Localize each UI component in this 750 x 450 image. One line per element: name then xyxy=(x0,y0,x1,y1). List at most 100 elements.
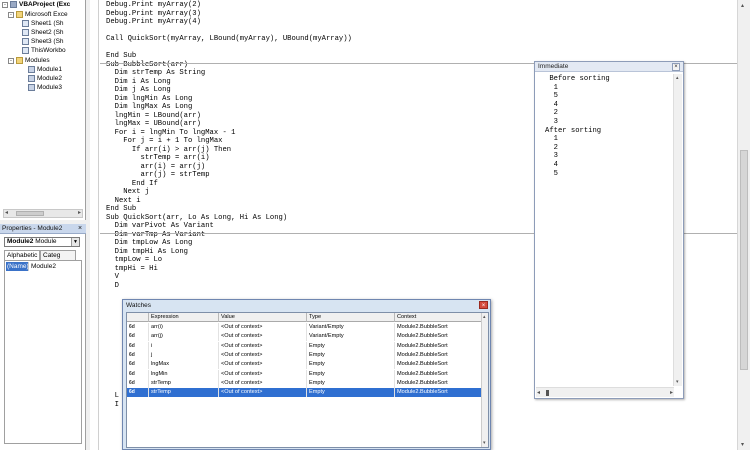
watch-type: Empty xyxy=(307,341,395,351)
tree-item-modules[interactable]: - Modules xyxy=(8,56,50,65)
watch-type: Empty xyxy=(307,388,395,398)
watch-context: Module2.BubbleSort xyxy=(395,388,482,398)
scroll-up-icon[interactable]: ▴ xyxy=(741,2,744,9)
tree-item-sheet2[interactable]: Sheet2 (Sh xyxy=(22,28,64,37)
table-row[interactable]: 6d j <Out of context> Empty Module2.BubbleSo… xyxy=(127,350,482,360)
watch-value: <Out of context> xyxy=(219,378,307,388)
immediate-output[interactable]: Before sorting 1 5 4 2 3 After sorting 1… xyxy=(545,75,610,178)
watch-context: Module2.BubbleSort xyxy=(395,360,482,370)
watch-expression: i xyxy=(149,341,219,351)
watch-expression: j xyxy=(149,350,219,360)
table-row[interactable]: 6d arr(j) <Out of context> Variant/Empty Mod… xyxy=(127,332,482,342)
tree-item-thisworkbook[interactable]: ThisWorkbo xyxy=(22,46,66,55)
close-icon[interactable]: × xyxy=(672,63,680,71)
tree-item-module2[interactable]: Module2 xyxy=(28,74,62,83)
watches-table: Expression Value Type Context 6d arr(i) <O… xyxy=(126,312,489,448)
watch-context: Module2.BubbleSort xyxy=(395,378,482,388)
watch-value: <Out of context> xyxy=(219,369,307,379)
module-icon xyxy=(28,75,35,82)
watch-context: Module2.BubbleSort xyxy=(395,323,482,332)
collapse-icon[interactable]: - xyxy=(2,1,8,8)
watch-type: Empty xyxy=(307,369,395,379)
watch-expression: arr(j) xyxy=(149,332,219,342)
scroll-thumb[interactable] xyxy=(546,390,549,396)
watch-value: <Out of context> xyxy=(219,332,307,342)
tree-item-module1[interactable]: Module1 xyxy=(28,65,62,74)
watch-value: <Out of context> xyxy=(219,388,307,398)
watch-icon: 6d xyxy=(127,350,149,360)
vba-project-icon xyxy=(10,1,17,8)
watch-value: <Out of context> xyxy=(219,350,307,360)
project-explorer: - VBAProject (Exc - Microsoft Exce Sheet… xyxy=(0,0,86,220)
scroll-down-icon[interactable]: ▾ xyxy=(483,440,486,446)
immediate-title: Immediate × xyxy=(535,62,683,72)
watch-icon: 6d xyxy=(127,341,149,351)
scroll-right-icon[interactable]: ▸ xyxy=(78,210,81,217)
watch-context: Module2.BubbleSort xyxy=(395,350,482,360)
scroll-right-icon[interactable]: ▸ xyxy=(670,389,673,396)
sheet-icon xyxy=(22,20,29,27)
watch-expression: strTemp xyxy=(149,388,219,398)
tab-alphabetic[interactable]: Alphabetic xyxy=(4,250,40,260)
watches-header: Expression Value Type Context xyxy=(127,313,482,322)
scroll-left-icon[interactable]: ◂ xyxy=(537,389,540,396)
folder-icon xyxy=(16,11,23,18)
watches-vertical-scrollbar[interactable]: ▴ ▾ xyxy=(481,313,488,447)
table-row[interactable]: 6d arr(i) <Out of context> Variant/Empty Mod… xyxy=(127,323,482,332)
collapse-icon[interactable]: - xyxy=(8,11,14,18)
table-row[interactable]: 6d strTemp <Out of context> Empty Module2.Bu… xyxy=(127,378,482,388)
watch-expression: strTemp xyxy=(149,378,219,388)
scroll-up-icon[interactable]: ▴ xyxy=(676,75,679,81)
watch-value: <Out of context> xyxy=(219,323,307,332)
chevron-down-icon[interactable]: ▼ xyxy=(71,238,79,246)
column-header-expression[interactable]: Expression xyxy=(149,313,219,322)
tab-categorized[interactable]: Categ xyxy=(40,250,76,260)
property-row[interactable]: (Name) Module2 xyxy=(6,262,80,271)
column-header-context[interactable]: Context xyxy=(395,313,482,322)
folder-icon xyxy=(16,57,23,64)
watch-expression: lngMin xyxy=(149,369,219,379)
close-icon[interactable]: × xyxy=(76,225,84,233)
module-icon xyxy=(28,66,35,73)
tree-item-excel-objects[interactable]: - Microsoft Exce xyxy=(8,10,68,19)
column-header-type[interactable]: Type xyxy=(307,313,395,322)
column-header-icon xyxy=(127,313,149,322)
watch-icon: 6d xyxy=(127,378,149,388)
scroll-left-icon[interactable]: ◂ xyxy=(5,210,8,217)
watch-context: Module2.BubbleSort xyxy=(395,332,482,342)
workbook-icon xyxy=(22,47,29,54)
scroll-down-icon[interactable]: ▾ xyxy=(676,379,679,385)
tree-item-module3[interactable]: Module3 xyxy=(28,83,62,92)
watch-type: Empty xyxy=(307,350,395,360)
watches-window: Watches × Expression Value Type Context … xyxy=(122,299,491,450)
immediate-vertical-scrollbar[interactable]: ▴ ▾ xyxy=(673,74,682,386)
tree-item-vbaproject[interactable]: - VBAProject (Exc xyxy=(2,0,70,9)
watch-icon: 6d xyxy=(127,388,149,398)
watch-icon: 6d xyxy=(127,360,149,370)
table-row[interactable]: 6d lngMin <Out of context> Empty Module2.Bub… xyxy=(127,369,482,379)
code-vertical-scrollbar[interactable]: ▴ ▾ xyxy=(737,0,750,450)
scroll-up-icon[interactable]: ▴ xyxy=(483,314,486,320)
watch-context: Module2.BubbleSort xyxy=(395,341,482,351)
column-header-value[interactable]: Value xyxy=(219,313,307,322)
immediate-horizontal-scrollbar[interactable]: ◂ ▸ xyxy=(536,387,674,397)
table-row[interactable]: 6d i <Out of context> Empty Module2.BubbleSo… xyxy=(127,341,482,351)
watch-type: Empty xyxy=(307,360,395,370)
watch-type: Variant/Empty xyxy=(307,332,395,342)
watch-icon: 6d xyxy=(127,369,149,379)
object-selector[interactable]: Module2 Module ▼ xyxy=(4,237,80,247)
watch-context: Module2.BubbleSort xyxy=(395,369,482,379)
close-icon[interactable]: × xyxy=(479,301,488,309)
tree-item-sheet1[interactable]: Sheet1 (Sh xyxy=(22,19,64,28)
scroll-down-icon[interactable]: ▾ xyxy=(741,441,744,448)
collapse-icon[interactable]: - xyxy=(8,57,14,64)
watch-type: Empty xyxy=(307,378,395,388)
project-horizontal-scrollbar[interactable]: ◂ ▸ xyxy=(3,209,83,218)
tree-item-sheet3[interactable]: Sheet3 (Sh xyxy=(22,37,64,46)
property-value[interactable]: Module2 xyxy=(28,262,80,271)
scroll-thumb[interactable] xyxy=(740,150,748,370)
table-row[interactable]: 6d strTemp <Out of context> Empty Module2.Bu… xyxy=(127,388,482,398)
table-row[interactable]: 6d lngMax <Out of context> Empty Module2.Bub… xyxy=(127,360,482,370)
scroll-thumb[interactable] xyxy=(16,211,44,216)
property-name: (Name) xyxy=(6,262,29,271)
